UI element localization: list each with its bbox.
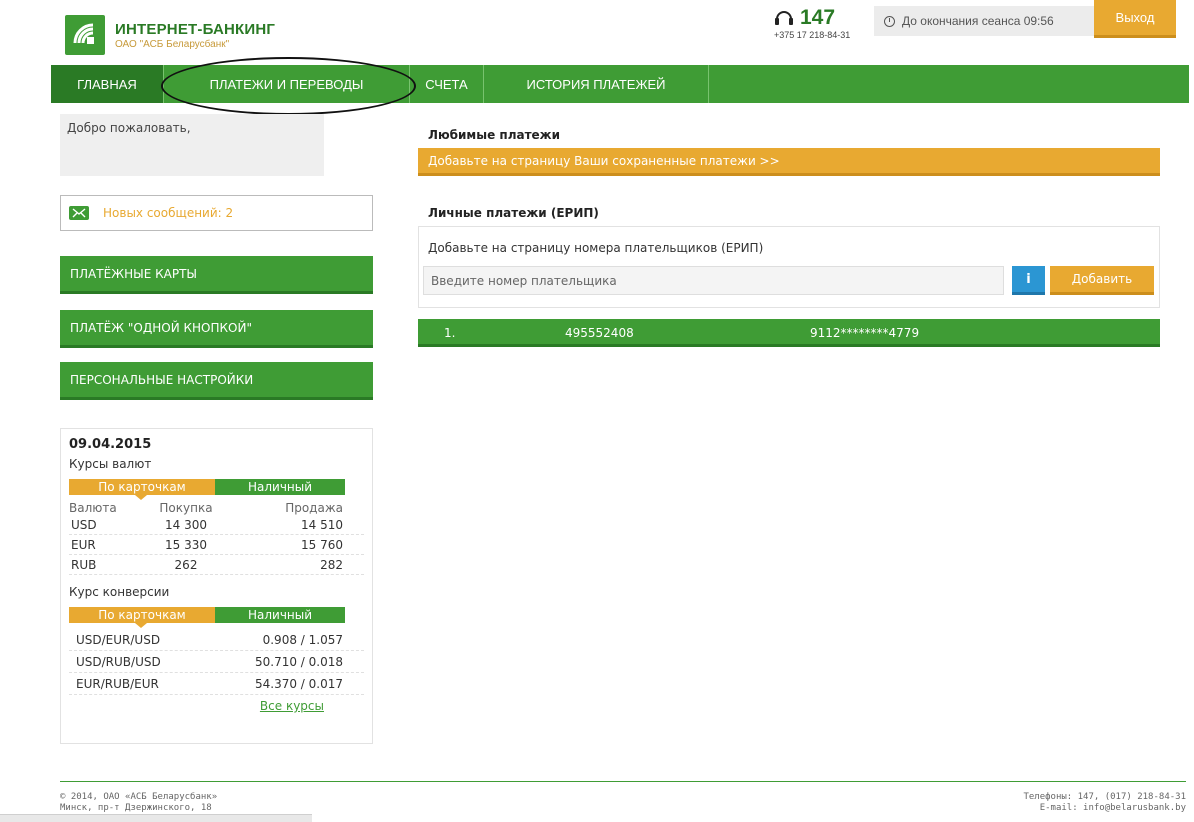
exchange-rates-widget: 09.04.2015 Курсы валют По карточкам Нали…	[60, 428, 373, 744]
bank-logo[interactable]: ИНТЕРНЕТ-БАНКИНГ ОАО "АСБ Беларусбанк"	[65, 15, 275, 55]
rate-buy: 262	[174, 557, 198, 572]
one-click-payment-button[interactable]: ПЛАТЁЖ "ОДНОЙ КНОПКОЙ"	[60, 310, 373, 348]
payment-cards-button[interactable]: ПЛАТЁЖНЫЕ КАРТЫ	[60, 256, 373, 294]
erip-hint: Добавьте на страницу номера плательщиков…	[428, 241, 764, 255]
rates-header: Валюта Покупка Продажа	[69, 501, 364, 515]
personal-settings-button[interactable]: ПЕРСОНАЛЬНЫЕ НАСТРОЙКИ	[60, 362, 373, 400]
logout-button[interactable]: Выход	[1094, 0, 1176, 38]
conversion-value: 50.710 / 0.018	[254, 654, 343, 669]
logo-subtitle: ОАО "АСБ Беларусбанк"	[115, 38, 230, 50]
nav-home[interactable]: ГЛАВНАЯ	[51, 65, 164, 103]
messages-count: Новых сообщений: 2	[103, 206, 234, 220]
col-sell: Продажа	[285, 501, 343, 515]
payer-card: 9112********4779	[810, 326, 920, 340]
footer-copyright: © 2014, ОАО «АСБ Беларусбанк»	[60, 792, 218, 802]
status-bar	[0, 814, 312, 822]
conversion-pair: EUR/RUB/EUR	[76, 676, 159, 691]
welcome-text: Добро пожаловать,	[67, 121, 191, 135]
messages-button[interactable]: Новых сообщений: 2	[60, 195, 373, 231]
main-nav: ГЛАВНАЯ ПЛАТЕЖИ И ПЕРЕВОДЫ СЧЕТА ИСТОРИЯ…	[51, 65, 1189, 103]
clock-icon	[884, 15, 895, 27]
envelope-icon	[69, 206, 89, 220]
logo-title: ИНТЕРНЕТ-БАНКИНГ	[115, 20, 276, 38]
session-text: До окончания сеанса 09:56	[902, 14, 1054, 28]
conversion-tab-cash[interactable]: Наличный	[215, 607, 345, 623]
payer-number-input[interactable]	[423, 266, 1004, 295]
rate-buy: 14 300	[165, 517, 207, 532]
conversion-value: 0.908 / 1.057	[262, 632, 343, 647]
rate-currency: USD	[71, 517, 97, 532]
rate-row: RUB 262 282	[69, 555, 364, 575]
nav-payments-transfers[interactable]: ПЛАТЕЖИ И ПЕРЕВОДЫ	[164, 65, 410, 103]
rate-currency: EUR	[71, 537, 96, 552]
col-buy: Покупка	[159, 501, 213, 515]
conversion-pair: USD/EUR/USD	[76, 632, 161, 647]
nav-payment-history[interactable]: ИСТОРИЯ ПЛАТЕЖЕЙ	[484, 65, 709, 103]
conversion-tab-cards[interactable]: По карточкам	[69, 607, 215, 628]
erip-title: Личные платежи (ЕРИП)	[428, 206, 599, 220]
welcome-box: Добро пожаловать,	[60, 114, 324, 176]
conversion-row: USD/RUB/USD 50.710 / 0.018	[69, 651, 364, 673]
session-timer: До окончания сеанса 09:56	[874, 6, 1094, 36]
add-favorites-bar[interactable]: Добавьте на страницу Ваши сохраненные пл…	[418, 148, 1160, 176]
footer-phones: Телефоны: 147, (017) 218-84-31	[1023, 792, 1186, 802]
hotline-phone: +375 17 218-84-31	[774, 30, 851, 40]
hotline-number: 147	[800, 6, 836, 29]
hotline: 147 +375 17 218-84-31	[774, 6, 874, 40]
footer-left: © 2014, ОАО «АСБ Беларусбанк» Минск, пр-…	[60, 792, 217, 814]
footer-divider	[60, 781, 1186, 782]
add-button[interactable]: Добавить	[1050, 266, 1154, 295]
rates-tab-cards[interactable]: По карточкам	[69, 479, 215, 500]
payer-number: 495552408	[565, 326, 634, 340]
info-button[interactable]: i	[1012, 266, 1045, 295]
currency-rates-caption: Курсы валют	[69, 457, 152, 471]
footer-address: Минск, пр-т Дзержинского, 18	[60, 803, 212, 813]
all-rates-link[interactable]: Все курсы	[260, 699, 324, 713]
col-currency: Валюта	[69, 501, 117, 515]
rates-date: 09.04.2015	[69, 437, 152, 452]
headset-icon	[774, 8, 794, 29]
conversion-row: EUR/RUB/EUR 54.370 / 0.017	[69, 673, 364, 695]
bank-logo-icon	[65, 15, 105, 55]
footer-right: Телефоны: 147, (017) 218-84-31 E-mail: i…	[1023, 792, 1186, 814]
conversion-value: 54.370 / 0.017	[254, 676, 343, 691]
rate-sell: 15 760	[301, 537, 343, 552]
rate-currency: RUB	[71, 557, 97, 572]
conversion-pair: USD/RUB/USD	[76, 654, 161, 669]
nav-accounts[interactable]: СЧЕТА	[410, 65, 484, 103]
payer-row[interactable]: 1. 495552408 9112********4779	[418, 319, 1160, 347]
rate-row: USD 14 300 14 510	[69, 515, 364, 535]
conversion-row: USD/EUR/USD 0.908 / 1.057	[69, 629, 364, 651]
footer-email: E-mail: info@belarusbank.by	[1039, 803, 1186, 813]
rate-buy: 15 330	[165, 537, 207, 552]
rate-sell: 14 510	[301, 517, 343, 532]
favorites-title: Любимые платежи	[428, 128, 561, 142]
rates-tab-cash[interactable]: Наличный	[215, 479, 345, 495]
rate-sell: 282	[320, 557, 343, 572]
rate-row: EUR 15 330 15 760	[69, 535, 364, 555]
payer-index: 1.	[444, 326, 456, 340]
conversion-caption: Курс конверсии	[69, 585, 170, 599]
